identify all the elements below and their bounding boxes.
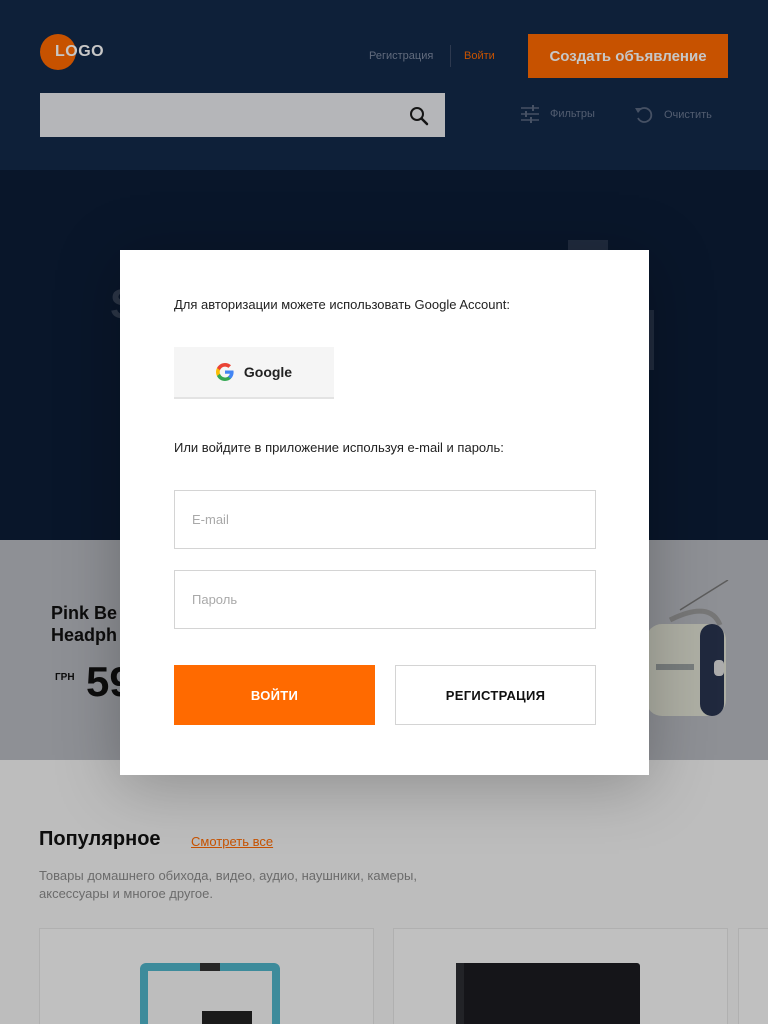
register-button[interactable]: РЕГИСТРАЦИЯ	[395, 665, 596, 725]
google-login-button[interactable]: Google	[174, 347, 334, 399]
login-button[interactable]: ВОЙТИ	[174, 665, 375, 725]
login-modal: Для авторизации можете использовать Goog…	[120, 250, 649, 775]
password-field[interactable]	[174, 570, 596, 629]
email-auth-prompt: Или войдите в приложение используя e-mai…	[174, 440, 504, 455]
google-auth-prompt: Для авторизации можете использовать Goog…	[174, 297, 510, 312]
email-field[interactable]	[174, 490, 596, 549]
google-button-label: Google	[243, 364, 293, 380]
google-icon	[215, 363, 234, 381]
